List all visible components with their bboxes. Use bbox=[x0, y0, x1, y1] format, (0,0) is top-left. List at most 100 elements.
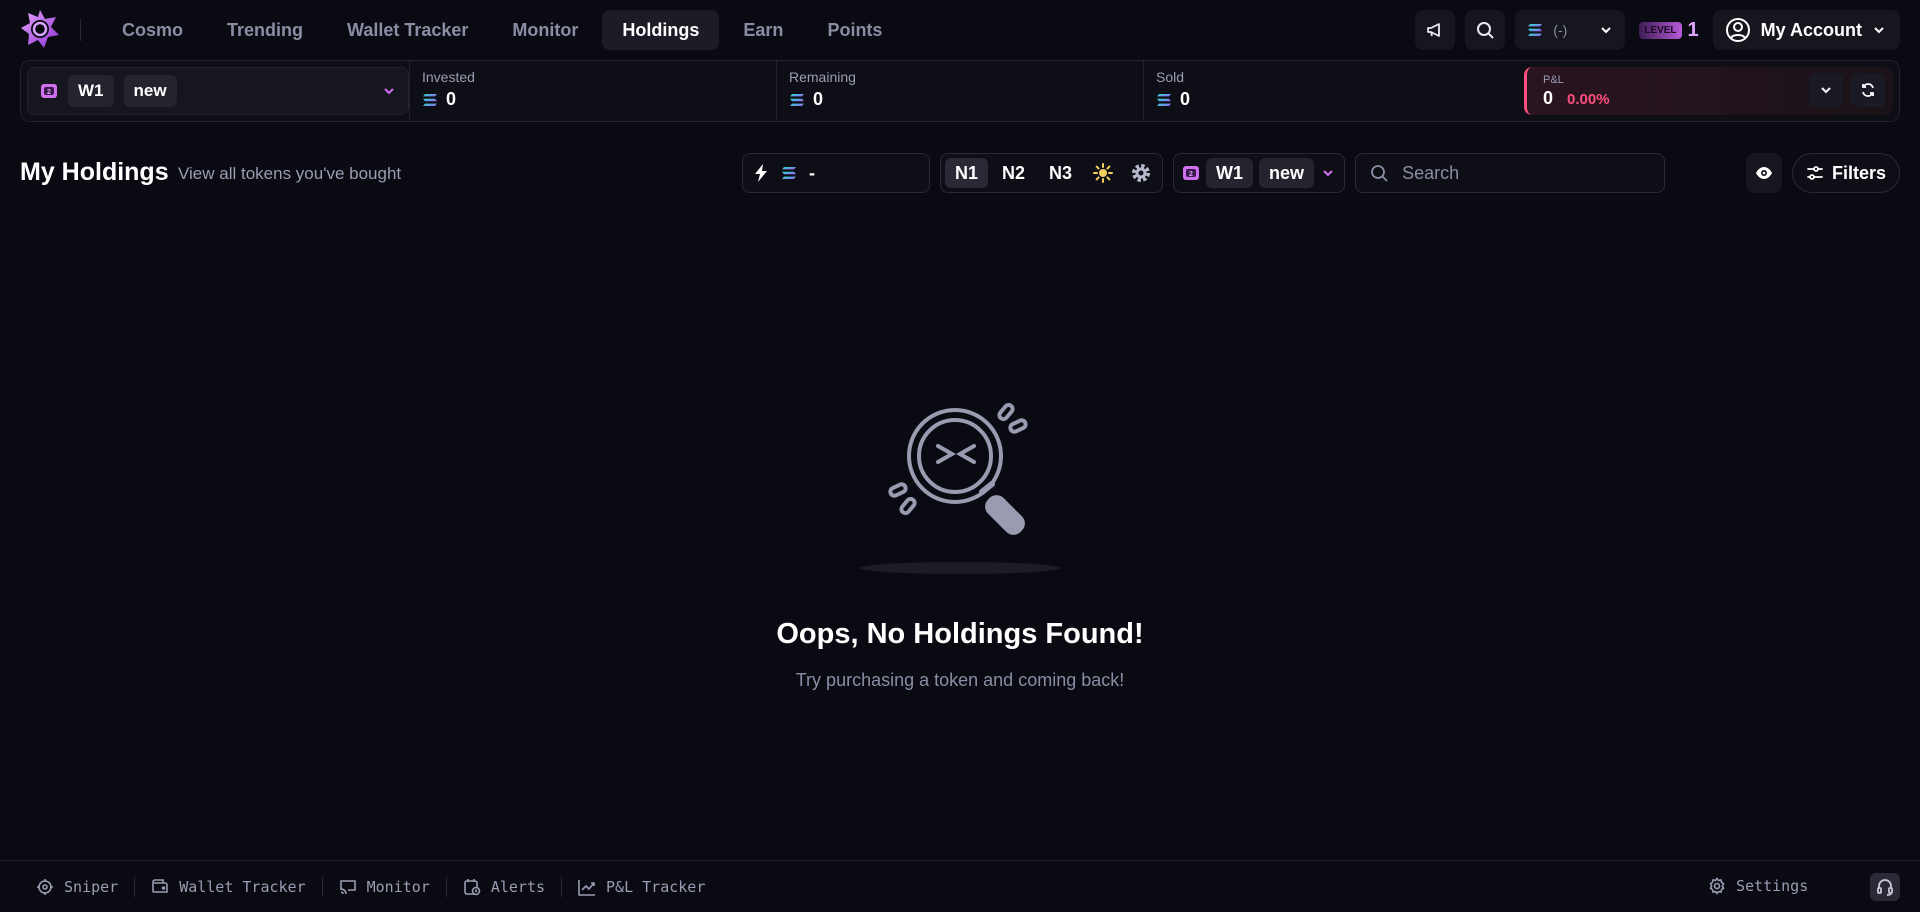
footer-wallet-tracker[interactable]: Wallet Tracker bbox=[135, 877, 323, 897]
page-title: My Holdings bbox=[20, 158, 169, 186]
eye-icon bbox=[1755, 166, 1773, 180]
tab-trending[interactable]: Trending bbox=[207, 10, 323, 50]
solana-icon bbox=[1527, 23, 1543, 37]
chevron-down-icon bbox=[1599, 23, 1613, 37]
page-subtitle: View all tokens you've bought bbox=[178, 164, 402, 183]
footer-sniper-label: Sniper bbox=[64, 878, 119, 896]
gear-icon bbox=[1130, 162, 1152, 184]
pnl-label: P&L bbox=[1543, 73, 1564, 86]
search-icon bbox=[1370, 164, 1388, 182]
quick-buy-amount[interactable]: - bbox=[742, 153, 930, 193]
search-icon bbox=[1475, 20, 1495, 40]
preset-n2[interactable]: N2 bbox=[992, 158, 1035, 188]
crosshair-icon bbox=[36, 878, 54, 896]
solana-icon bbox=[1156, 93, 1172, 107]
search-input[interactable] bbox=[1402, 162, 1643, 184]
tab-wallet-tracker[interactable]: Wallet Tracker bbox=[327, 10, 488, 50]
sold-value: 0 bbox=[1180, 89, 1191, 109]
footer-monitor-label: Monitor bbox=[366, 878, 430, 896]
solana-icon bbox=[781, 166, 797, 180]
chevron-down-icon bbox=[382, 84, 396, 98]
footer-monitor[interactable]: Monitor bbox=[323, 877, 447, 897]
tab-monitor[interactable]: Monitor bbox=[492, 10, 598, 50]
chevron-down-icon bbox=[1819, 83, 1833, 97]
footer-pnl-tracker[interactable]: P&L Tracker bbox=[562, 877, 721, 897]
pnl-expand-button[interactable] bbox=[1809, 73, 1843, 107]
logo-icon[interactable] bbox=[20, 9, 60, 49]
search-button[interactable] bbox=[1465, 10, 1506, 50]
filters-label: Filters bbox=[1831, 162, 1887, 183]
empty-state-illustration bbox=[850, 398, 1070, 576]
footer-sniper[interactable]: Sniper bbox=[24, 877, 136, 897]
wallet-selector[interactable]: W1 new bbox=[27, 67, 409, 115]
level-number: 1 bbox=[1687, 18, 1699, 41]
pnl-value: 0 bbox=[1543, 87, 1554, 108]
sun-mode-button[interactable] bbox=[1086, 158, 1120, 188]
level-badge: LEVEL bbox=[1639, 21, 1682, 39]
tab-earn[interactable]: Earn bbox=[723, 10, 803, 50]
remaining-value: 0 bbox=[813, 89, 824, 109]
quick-buy-value: - bbox=[809, 162, 815, 183]
nav-divider bbox=[80, 19, 81, 41]
preset-n3[interactable]: N3 bbox=[1039, 158, 1082, 188]
stat-sold: Sold 0 bbox=[1143, 61, 1510, 121]
alert-icon bbox=[463, 878, 481, 896]
holdings-wallet-selector[interactable]: W1 new bbox=[1173, 153, 1346, 193]
wallet-tag: new bbox=[1259, 158, 1315, 188]
pnl-percent: 0.00% bbox=[1567, 90, 1610, 108]
user-icon bbox=[1725, 17, 1751, 43]
top-right-controls: (-) LEVEL 1 My Account bbox=[1415, 10, 1900, 50]
holdings-toolbar: - N1 N2 N3 W1 new Search bbox=[742, 153, 1666, 193]
tab-cosmo[interactable]: Cosmo bbox=[102, 10, 203, 50]
solana-icon bbox=[789, 93, 805, 107]
search-box bbox=[1355, 153, 1666, 193]
level-indicator[interactable]: LEVEL 1 bbox=[1635, 16, 1702, 44]
solana-icon bbox=[422, 93, 438, 107]
footer-pnl-tracker-label: P&L Tracker bbox=[606, 878, 706, 896]
sliders-icon bbox=[1806, 164, 1824, 182]
invested-label: Invested bbox=[422, 69, 475, 85]
chevron-down-icon bbox=[1320, 166, 1336, 180]
my-account-button[interactable]: My Account bbox=[1712, 10, 1900, 50]
chain-selector[interactable]: (-) bbox=[1515, 10, 1626, 50]
stat-remaining: Remaining 0 bbox=[776, 61, 1143, 121]
wallet-name: W1 bbox=[1206, 158, 1254, 188]
sun-icon bbox=[1093, 163, 1114, 183]
wallet-tag: new bbox=[123, 75, 177, 107]
chain-value: (-) bbox=[1553, 22, 1568, 38]
sold-label: Sold bbox=[1156, 69, 1185, 85]
footer-bar: Sniper Wallet Tracker Monitor Alerts P&L… bbox=[0, 860, 1920, 912]
empty-state-title: Oops, No Holdings Found! bbox=[776, 618, 1144, 650]
preset-settings-button[interactable] bbox=[1124, 158, 1158, 188]
chevron-down-icon bbox=[1872, 23, 1886, 37]
invested-value: 0 bbox=[446, 89, 457, 109]
support-button[interactable] bbox=[1870, 873, 1900, 901]
monitor-icon bbox=[339, 878, 357, 896]
tab-points[interactable]: Points bbox=[807, 10, 902, 50]
footer-alerts[interactable]: Alerts bbox=[447, 877, 563, 897]
main-nav-tabs: Cosmo Trending Wallet Tracker Monitor Ho… bbox=[102, 10, 902, 50]
remaining-label: Remaining bbox=[789, 69, 856, 85]
footer-wallet-tracker-label: Wallet Tracker bbox=[179, 878, 306, 896]
wallet-name: W1 bbox=[68, 75, 114, 107]
toggle-visibility-button[interactable] bbox=[1746, 153, 1782, 193]
lightning-icon bbox=[753, 163, 769, 183]
magnifier-icon bbox=[850, 398, 1070, 576]
footer-settings[interactable]: Settings bbox=[1708, 877, 1808, 895]
account-label: My Account bbox=[1760, 19, 1862, 40]
refresh-button[interactable] bbox=[1851, 73, 1885, 107]
footer-settings-label: Settings bbox=[1736, 877, 1809, 895]
wallet-icon bbox=[40, 82, 58, 100]
stat-invested: Invested 0 bbox=[409, 61, 776, 121]
preset-n1[interactable]: N1 bbox=[945, 158, 989, 188]
preset-selector: N1 N2 N3 bbox=[940, 153, 1164, 193]
portfolio-stats-bar: W1 new Invested 0 Remaining 0 Sold 0 P&L… bbox=[20, 60, 1900, 122]
tab-holdings[interactable]: Holdings bbox=[602, 10, 720, 50]
footer-alerts-label: Alerts bbox=[490, 878, 546, 896]
megaphone-icon bbox=[1425, 20, 1445, 40]
wallet-icon bbox=[151, 878, 169, 896]
chart-icon bbox=[578, 878, 596, 896]
filters-button[interactable]: Filters bbox=[1792, 153, 1900, 193]
refresh-icon bbox=[1860, 82, 1876, 98]
announcements-button[interactable] bbox=[1415, 10, 1456, 50]
